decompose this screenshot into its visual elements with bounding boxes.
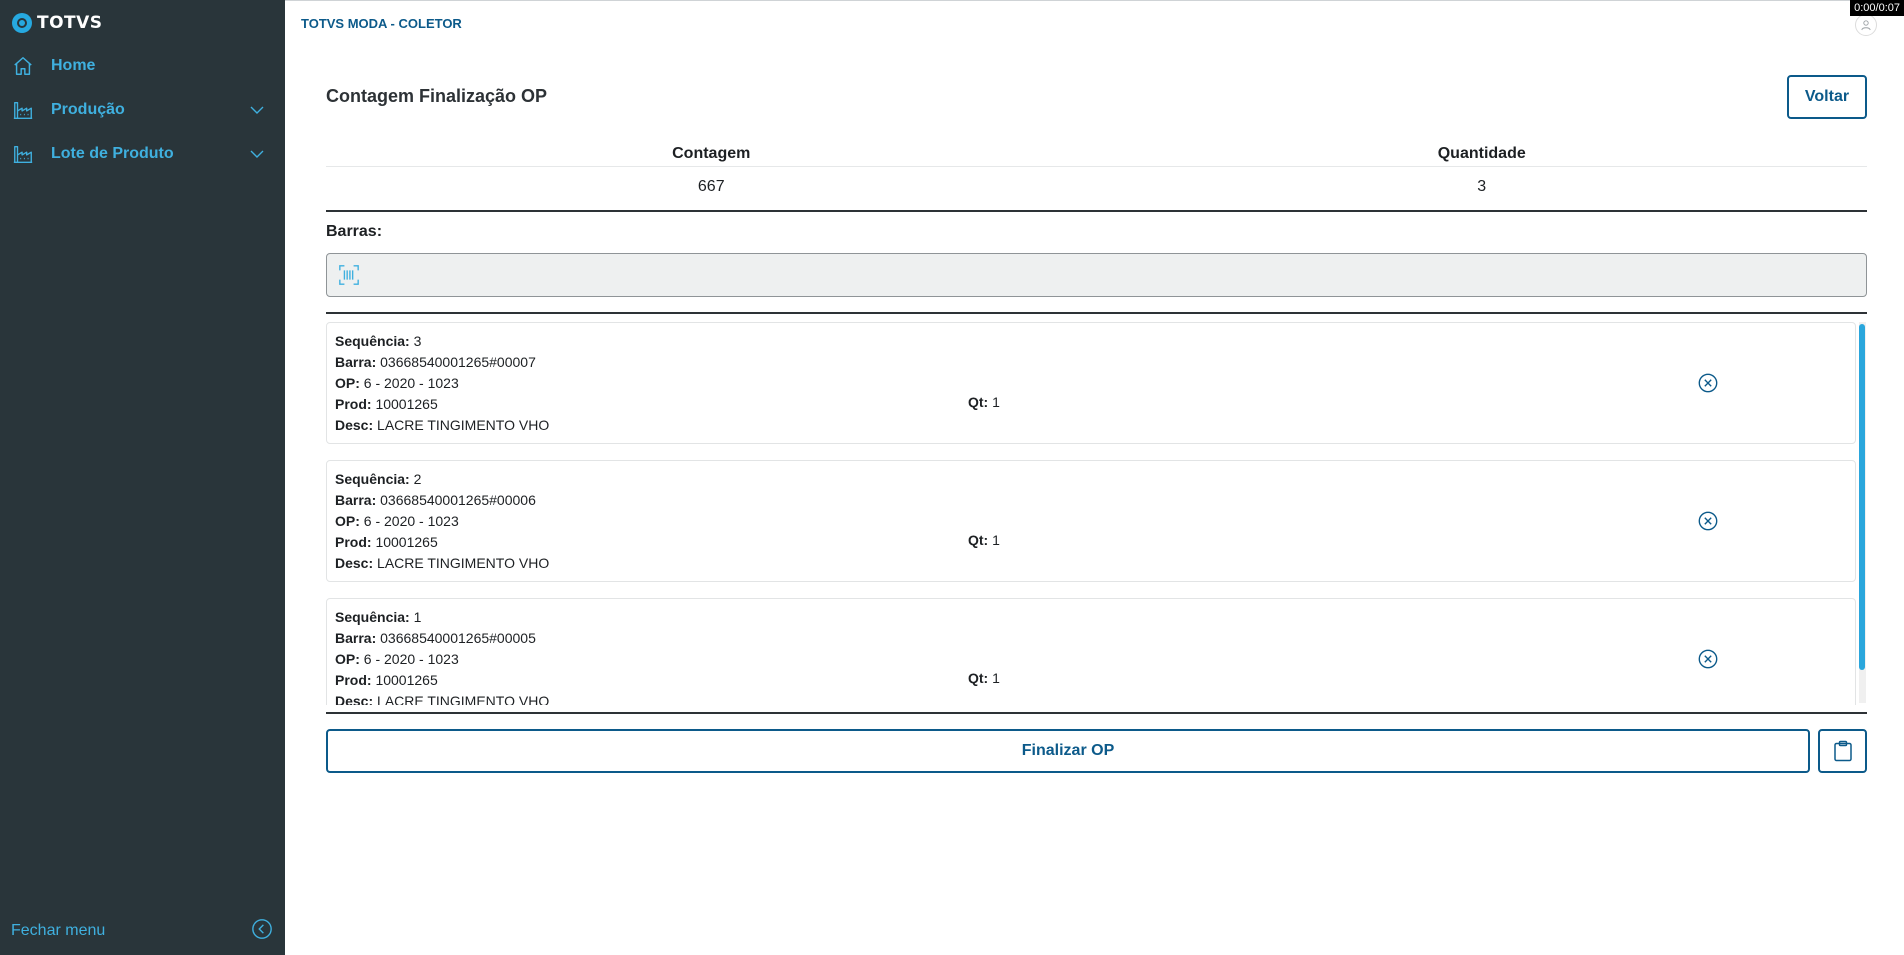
item-details: Sequência: 2 Barra: 03668540001265#00006… — [335, 469, 549, 574]
field-label: Qt: — [968, 532, 989, 548]
sidebar-item-producao[interactable]: Produção — [0, 88, 285, 132]
field-label: Barra: — [335, 630, 377, 646]
back-button[interactable]: Voltar — [1787, 75, 1867, 119]
barras-field — [326, 253, 1867, 297]
header-divider — [285, 0, 1904, 1]
app-title: TOTVS MODA - COLETOR — [301, 16, 462, 31]
desc-value: LACRE TINGIMENTO VHO — [377, 417, 550, 433]
op-value: 6 - 2020 - 1023 — [363, 651, 459, 667]
scrollbar-thumb[interactable] — [1859, 324, 1865, 670]
sidebar-item-label: Produção — [51, 101, 125, 118]
qt-value: 1 — [992, 394, 1000, 410]
qt-value: 1 — [992, 532, 1000, 548]
sequencia-value: 1 — [413, 609, 422, 625]
field-label: Prod: — [335, 534, 372, 550]
field-label: Qt: — [968, 394, 989, 410]
sidebar: TOTVS Home Produção Lote de Produto Fech… — [0, 0, 285, 955]
close-menu-label: Fechar menu — [11, 922, 106, 939]
sequencia-value: 2 — [413, 471, 422, 487]
item-quantity: Qt: 1 — [968, 670, 1000, 686]
field-label: Barra: — [335, 354, 377, 370]
video-timer: 0:00/0:07 — [1850, 0, 1904, 16]
list-item: Sequência: 1 Barra: 03668540001265#00005… — [326, 598, 1856, 705]
barra-value: 03668540001265#00007 — [380, 354, 536, 370]
field-label: OP: — [335, 651, 360, 667]
sidebar-item-label: Lote de Produto — [51, 145, 174, 162]
chevron-left-circle-icon — [251, 918, 273, 945]
summary-header-row: Contagem Quantidade — [326, 140, 1867, 167]
logo-text: TOTVS — [37, 13, 103, 33]
prod-value: 10001265 — [375, 534, 438, 550]
op-value: 6 - 2020 - 1023 — [363, 513, 459, 529]
barra-value: 03668540001265#00005 — [380, 630, 536, 646]
divider — [326, 712, 1867, 714]
field-label: Prod: — [335, 672, 372, 688]
chevron-down-icon[interactable] — [249, 102, 265, 118]
op-value: 6 - 2020 - 1023 — [363, 375, 459, 391]
remove-item-icon[interactable] — [1697, 372, 1719, 394]
item-quantity: Qt: 1 — [968, 394, 1000, 410]
field-label: OP: — [335, 513, 360, 529]
barras-input[interactable] — [360, 255, 1866, 295]
clipboard-icon — [1833, 740, 1852, 762]
list-item: Sequência: 3 Barra: 03668540001265#00007… — [326, 322, 1856, 444]
factory-icon — [12, 99, 34, 121]
field-label: Desc: — [335, 417, 374, 433]
clipboard-button[interactable] — [1818, 729, 1867, 773]
field-label: Sequência: — [335, 333, 410, 349]
qt-value: 1 — [992, 670, 1000, 686]
column-header-contagem: Contagem — [672, 145, 751, 162]
user-icon — [1861, 20, 1871, 31]
field-label: Desc: — [335, 555, 374, 571]
sequencia-value: 3 — [413, 333, 422, 349]
summary-table: Contagem Quantidade 667 3 — [326, 140, 1867, 212]
totvs-logo[interactable]: TOTVS — [12, 12, 103, 34]
quantidade-value: 3 — [1477, 178, 1487, 195]
logo-mark-icon — [12, 13, 32, 33]
user-avatar[interactable] — [1855, 14, 1877, 36]
desc-value: LACRE TINGIMENTO VHO — [377, 555, 550, 571]
field-label: Barra: — [335, 492, 377, 508]
sidebar-item-home[interactable]: Home — [0, 44, 285, 88]
prod-value: 10001265 — [375, 396, 438, 412]
prod-value: 10001265 — [375, 672, 438, 688]
factory-icon — [12, 143, 34, 165]
home-icon — [12, 55, 34, 77]
item-quantity: Qt: 1 — [968, 532, 1000, 548]
barra-value: 03668540001265#00006 — [380, 492, 536, 508]
finalize-op-button[interactable]: Finalizar OP — [326, 729, 1810, 773]
remove-item-icon[interactable] — [1697, 648, 1719, 670]
item-list: Sequência: 3 Barra: 03668540001265#00007… — [326, 320, 1867, 705]
list-item: Sequência: 2 Barra: 03668540001265#00006… — [326, 460, 1856, 582]
barras-label: Barras: — [326, 223, 383, 240]
field-label: Sequência: — [335, 471, 410, 487]
summary-value-row: 667 3 — [326, 167, 1867, 212]
field-label: OP: — [335, 375, 360, 391]
close-menu-button[interactable]: Fechar menu — [11, 918, 273, 945]
field-label: Sequência: — [335, 609, 410, 625]
item-details: Sequência: 1 Barra: 03668540001265#00005… — [335, 607, 549, 705]
sidebar-item-label: Home — [51, 57, 96, 74]
field-label: Desc: — [335, 693, 374, 705]
chevron-down-icon[interactable] — [249, 146, 265, 162]
column-header-quantidade: Quantidade — [1437, 145, 1526, 162]
sidebar-item-lote-de-produto[interactable]: Lote de Produto — [0, 132, 285, 176]
divider — [326, 312, 1867, 314]
desc-value: LACRE TINGIMENTO VHO — [377, 693, 550, 705]
contagem-value: 667 — [697, 178, 725, 195]
remove-item-icon[interactable] — [1697, 510, 1719, 532]
sidebar-menu: Home Produção Lote de Produto — [0, 44, 285, 176]
field-label: Qt: — [968, 670, 989, 686]
page-title: Contagem Finalização OP — [326, 86, 548, 106]
item-details: Sequência: 3 Barra: 03668540001265#00007… — [335, 331, 549, 436]
field-label: Prod: — [335, 396, 372, 412]
barcode-scan-icon[interactable] — [338, 264, 360, 286]
